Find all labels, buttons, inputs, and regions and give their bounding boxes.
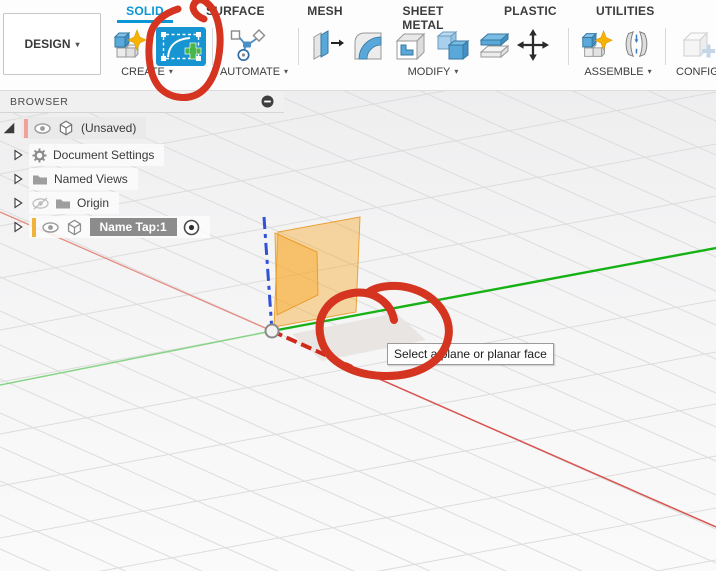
design-workspace-dropdown[interactable]: DESIGN ▾: [3, 13, 101, 75]
grid-line: [0, 560, 716, 571]
gear-icon: [32, 148, 47, 163]
tab-solid[interactable]: SOLID: [117, 4, 173, 20]
tab-utilities[interactable]: UTILITIES: [596, 4, 652, 20]
chevron-down-icon: ▾: [648, 67, 652, 76]
browser-title: BROWSER: [10, 96, 261, 108]
origin-planes[interactable]: [274, 217, 360, 327]
folder-icon: [55, 196, 71, 210]
collapsed-triangle-icon[interactable]: [12, 196, 24, 210]
browser-row-document-settings[interactable]: Document Settings: [12, 144, 164, 166]
browser-row-name-tap[interactable]: Name Tap:1: [12, 216, 210, 238]
visibility-off-eye-icon[interactable]: [32, 197, 49, 210]
collapse-panel-icon[interactable]: [261, 95, 274, 108]
collapsed-triangle-icon[interactable]: [12, 220, 24, 234]
active-tab-indicator: [117, 20, 173, 23]
expand-triangle-icon[interactable]: [2, 121, 16, 135]
tree-item-label[interactable]: Origin: [77, 196, 109, 210]
x-axis-far: [352, 367, 716, 527]
status-tooltip: Select a plane or planar face: [387, 343, 554, 365]
chevron-down-icon: ▾: [454, 67, 458, 76]
combine-icon[interactable]: [434, 28, 470, 64]
tab-sheet-metal[interactable]: SHEET METAL: [381, 4, 465, 20]
grid-line: [0, 456, 716, 571]
press-pull-icon[interactable]: [308, 28, 344, 64]
chevron-down-icon: ▾: [169, 67, 173, 76]
y-axis-negative: [0, 331, 272, 385]
folder-icon: [32, 172, 48, 186]
joint-icon[interactable]: [618, 28, 654, 62]
document-name[interactable]: (Unsaved): [81, 121, 136, 135]
new-component-icon[interactable]: [110, 28, 148, 62]
tree-item-label[interactable]: Document Settings: [53, 148, 154, 162]
design-label: DESIGN: [24, 37, 70, 51]
body-cube-icon: [65, 218, 84, 237]
collapsed-triangle-icon[interactable]: [12, 148, 24, 162]
shell-icon[interactable]: [392, 28, 428, 64]
component-icon: [57, 119, 75, 137]
grid-line: [0, 379, 716, 571]
browser-panel-header: BROWSER: [0, 91, 284, 113]
collapsed-triangle-icon[interactable]: [12, 172, 24, 186]
new-component-icon[interactable]: [578, 28, 614, 62]
tree-item-label[interactable]: Named Views: [54, 172, 128, 186]
modify-group-label[interactable]: MODIFY▾: [393, 65, 473, 78]
fillet-icon[interactable]: [350, 28, 386, 64]
move-copy-icon[interactable]: [516, 28, 550, 62]
assemble-group-label[interactable]: ASSEMBLE▾: [576, 65, 660, 78]
chevron-down-icon: ▾: [76, 40, 80, 49]
component-color-bar: [32, 218, 36, 237]
grid-line: [0, 243, 716, 563]
split-body-icon[interactable]: [476, 28, 512, 64]
automate-group-label[interactable]: AUTOMATE▾: [214, 65, 294, 78]
browser-row-root[interactable]: (Unsaved): [2, 117, 146, 139]
automate-icon[interactable]: [228, 28, 268, 64]
toolbar-separator: [212, 28, 213, 65]
toolbar: SOLID SURFACE MESH SHEET METAL PLASTIC U…: [0, 0, 716, 91]
component-color-bar: [24, 119, 28, 138]
grid-line: [0, 352, 716, 486]
tab-mesh[interactable]: MESH: [303, 4, 347, 20]
origin-point[interactable]: [266, 325, 279, 338]
browser-row-named-views[interactable]: Named Views: [12, 168, 138, 190]
create-sketch-button[interactable]: [156, 27, 206, 66]
chevron-down-icon: ▾: [284, 67, 288, 76]
browser-row-origin[interactable]: Origin: [12, 192, 119, 214]
toolbar-separator: [665, 28, 666, 65]
grid-line: [0, 549, 716, 571]
z-axis: [264, 217, 272, 331]
visibility-eye-icon[interactable]: [42, 221, 59, 234]
tab-plastic[interactable]: PLASTIC: [504, 4, 556, 20]
visibility-eye-icon[interactable]: [34, 122, 51, 135]
toolbar-separator: [298, 28, 299, 65]
configure-icon-disabled: [678, 28, 716, 64]
toolbar-separator: [568, 28, 569, 65]
selected-component-label[interactable]: Name Tap:1: [90, 218, 177, 236]
tab-surface[interactable]: SURFACE: [206, 4, 264, 20]
config-group-label[interactable]: CONFIG: [676, 65, 716, 78]
create-group-label[interactable]: CREATE▾: [107, 65, 187, 78]
fusion360-window: { "ui": { "caret_down": "▾" }, "colors":…: [0, 0, 716, 571]
grid-line: [0, 300, 716, 434]
activate-component-radio[interactable]: [183, 219, 200, 236]
